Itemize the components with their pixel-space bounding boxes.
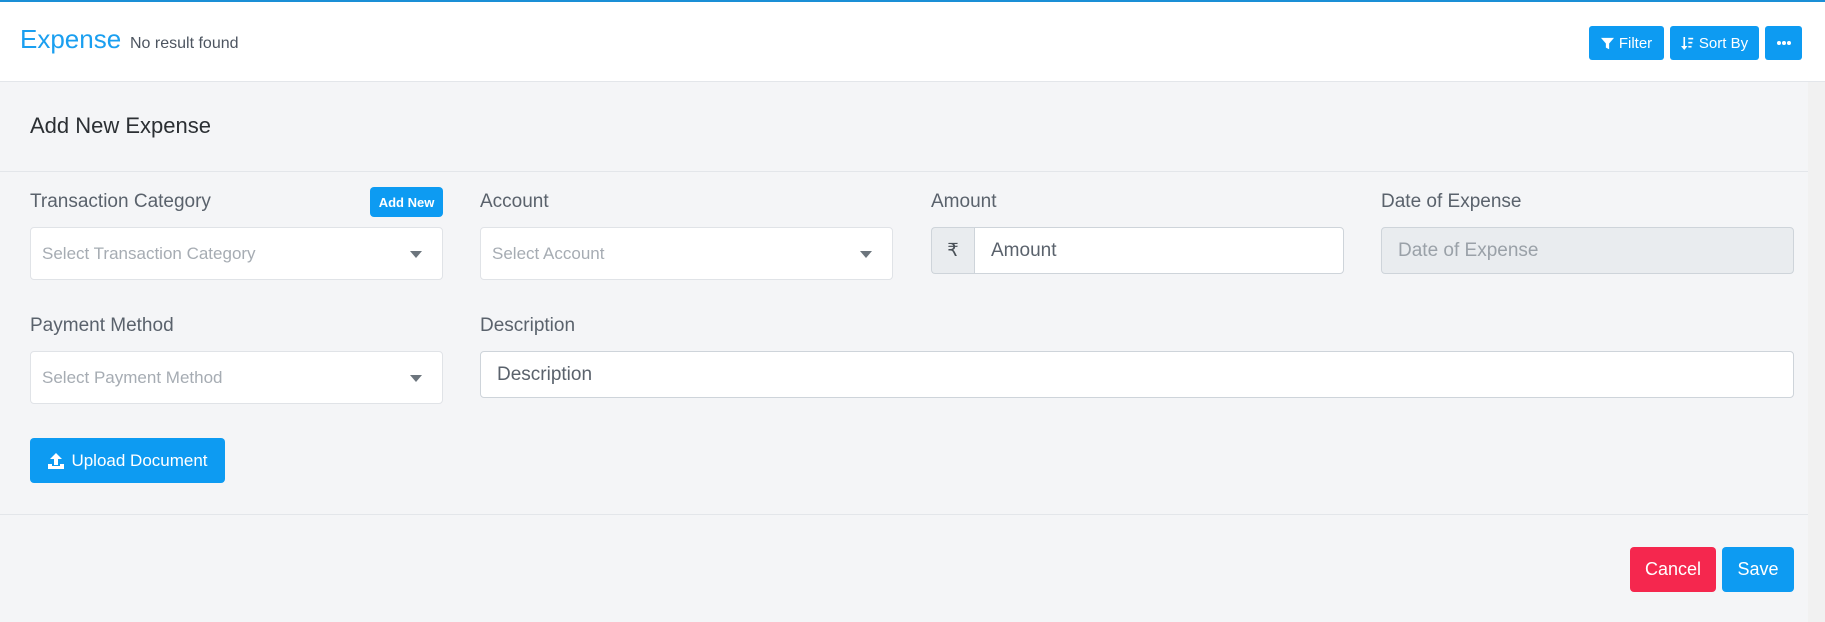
transaction-category-placeholder: Select Transaction Category	[42, 243, 256, 263]
page-header: Expense No result found Filter Sort By	[0, 2, 1825, 82]
add-new-category-button[interactable]: Add New	[370, 187, 443, 217]
amount-placeholder: Amount	[991, 239, 1057, 261]
date-of-expense-input[interactable]: Date of Expense	[1381, 227, 1794, 274]
page-title: Expense	[20, 24, 122, 54]
upload-document-label: Upload Document	[71, 450, 208, 470]
account-select[interactable]: Select Account	[480, 227, 893, 280]
save-button[interactable]: Save	[1722, 547, 1794, 592]
date-of-expense-label: Date of Expense	[1381, 191, 1522, 212]
sort-button[interactable]: Sort By	[1670, 26, 1759, 60]
account-label: Account	[480, 191, 549, 212]
payment-method-placeholder: Select Payment Method	[42, 367, 223, 387]
filter-button[interactable]: Filter	[1589, 26, 1664, 60]
sort-icon	[1680, 36, 1694, 50]
upload-icon	[48, 452, 65, 469]
description-label: Description	[480, 315, 576, 336]
description-placeholder: Description	[497, 363, 593, 385]
date-of-expense-placeholder: Date of Expense	[1398, 239, 1539, 261]
filter-label: Filter	[1618, 34, 1653, 52]
more-options-button[interactable]	[1765, 26, 1802, 60]
payment-method-label: Payment Method	[30, 315, 174, 336]
ellipsis-icon	[1776, 41, 1791, 45]
filter-icon	[1600, 37, 1614, 49]
sort-label: Sort By	[1698, 34, 1749, 52]
cancel-button[interactable]: Cancel	[1630, 547, 1716, 592]
transaction-category-label: Transaction Category	[30, 191, 211, 212]
form-title: Add New Expense	[30, 113, 211, 138]
chevron-down-icon	[410, 375, 422, 382]
upload-document-button[interactable]: Upload Document	[30, 438, 225, 483]
chevron-down-icon	[410, 251, 422, 258]
amount-label: Amount	[931, 191, 997, 212]
amount-input[interactable]: Amount	[974, 227, 1344, 274]
description-input[interactable]: Description	[480, 351, 1794, 398]
divider	[0, 514, 1825, 515]
amount-input-group: ₹ Amount	[931, 227, 1344, 274]
account-placeholder: Select Account	[492, 243, 605, 263]
rupee-symbol: ₹	[931, 227, 974, 274]
transaction-category-select[interactable]: Select Transaction Category	[30, 227, 443, 280]
scrollbar[interactable]	[1808, 82, 1825, 622]
chevron-down-icon	[860, 251, 872, 258]
result-status: No result found	[130, 35, 239, 52]
payment-method-select[interactable]: Select Payment Method	[30, 351, 443, 404]
divider	[0, 171, 1825, 172]
